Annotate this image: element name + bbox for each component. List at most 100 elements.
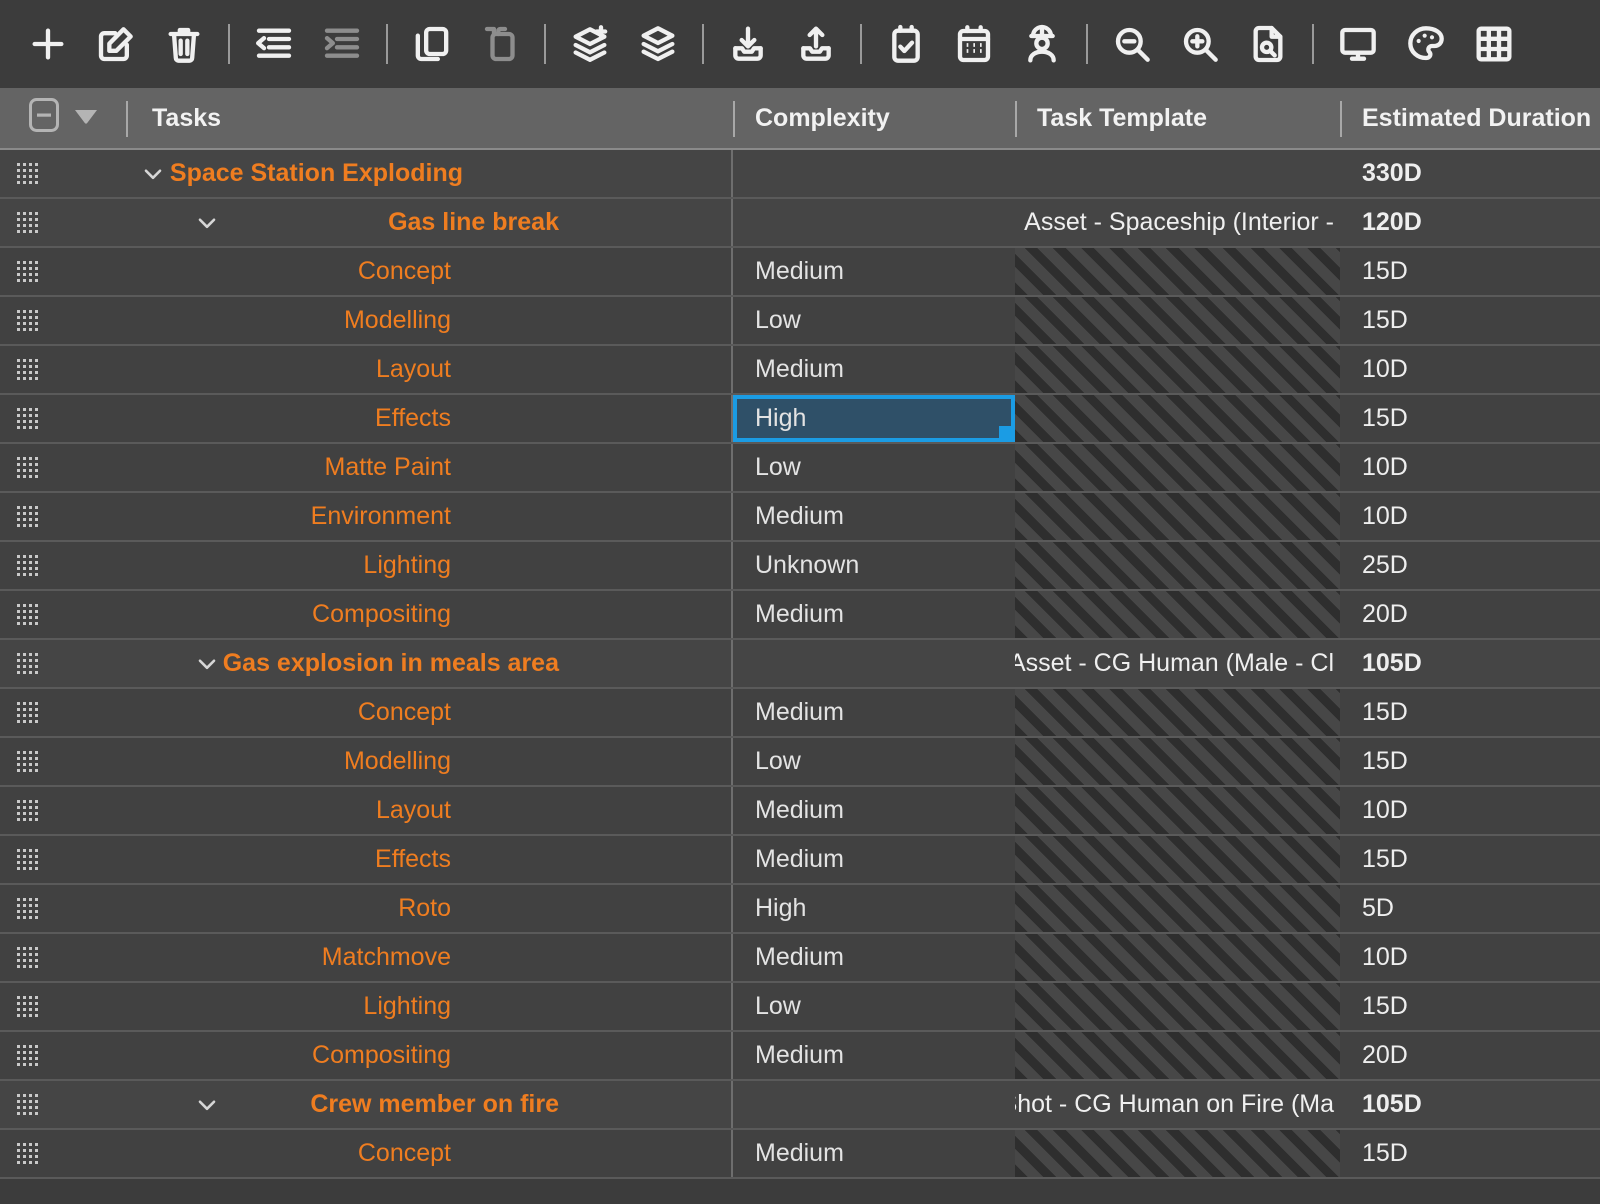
column-header-tasks[interactable]: Tasks	[0, 88, 733, 148]
drag-handle-icon[interactable]	[0, 800, 54, 821]
task-checklist-icon[interactable]	[872, 12, 940, 76]
cell-estimated-duration[interactable]: 330D	[1340, 150, 1600, 197]
task-row[interactable]: Lighting Unknown 25D	[0, 542, 1600, 591]
cell-tasks[interactable]: Concept	[0, 248, 733, 295]
export-icon[interactable]	[782, 12, 850, 76]
cell-complexity[interactable]: Medium	[733, 248, 1015, 295]
cell-estimated-duration[interactable]: 20D	[1340, 1032, 1600, 1079]
cell-tasks[interactable]: Layout	[0, 346, 733, 393]
task-group-row[interactable]: Gas explosion in meals area Asset - CG Hu…	[0, 640, 1600, 689]
display-icon[interactable]	[1324, 12, 1392, 76]
task-row[interactable]: Matchmove Medium 10D	[0, 934, 1600, 983]
cell-tasks[interactable]: Gas explosion in meals area	[0, 640, 733, 687]
cell-estimated-duration[interactable]: 25D	[1340, 542, 1600, 589]
drag-handle-icon[interactable]	[0, 506, 54, 527]
cell-estimated-duration[interactable]: 10D	[1340, 787, 1600, 834]
cell-tasks[interactable]: Compositing	[0, 1032, 733, 1079]
drag-handle-icon[interactable]	[0, 408, 54, 429]
cell-estimated-duration[interactable]: 10D	[1340, 493, 1600, 540]
cell-estimated-duration[interactable]: 20D	[1340, 591, 1600, 638]
zoom-in-icon[interactable]	[1166, 12, 1234, 76]
import-icon[interactable]	[714, 12, 782, 76]
grid-view-icon[interactable]	[1460, 12, 1528, 76]
cell-estimated-duration[interactable]: 5D	[1340, 885, 1600, 932]
cell-complexity[interactable]: Medium	[733, 934, 1015, 981]
drag-handle-icon[interactable]	[0, 555, 54, 576]
cell-estimated-duration[interactable]: 15D	[1340, 395, 1600, 442]
cell-estimated-duration[interactable]: 15D	[1340, 1130, 1600, 1177]
inspect-document-icon[interactable]	[1234, 12, 1302, 76]
expand-collapse-chevron-icon[interactable]	[138, 161, 168, 187]
cell-tasks[interactable]: Lighting	[0, 542, 733, 589]
cell-complexity[interactable]: Low	[733, 444, 1015, 491]
cell-complexity[interactable]: Low	[733, 983, 1015, 1030]
cell-estimated-duration[interactable]: 15D	[1340, 983, 1600, 1030]
cell-complexity[interactable]: High	[733, 885, 1015, 932]
column-header-task-template[interactable]: Task Template	[1015, 88, 1340, 148]
cell-estimated-duration[interactable]: 10D	[1340, 444, 1600, 491]
task-group-row[interactable]: Space Station Exploding 330D	[0, 150, 1600, 199]
layers-icon[interactable]	[624, 12, 692, 76]
drag-handle-icon[interactable]	[0, 212, 54, 233]
cell-complexity[interactable]: Medium	[733, 346, 1015, 393]
cell-estimated-duration[interactable]: 15D	[1340, 297, 1600, 344]
drag-handle-icon[interactable]	[0, 261, 54, 282]
cell-tasks[interactable]: Crew member on fire	[0, 1081, 733, 1128]
cell-tasks[interactable]: Gas line break	[0, 199, 733, 246]
fill-handle[interactable]	[999, 426, 1013, 440]
cell-complexity[interactable]	[733, 1081, 1015, 1128]
cell-complexity[interactable]: Medium	[733, 787, 1015, 834]
task-row[interactable]: Effects Medium 15D	[0, 836, 1600, 885]
paste-icon[interactable]	[466, 12, 534, 76]
cell-complexity[interactable]: Medium	[733, 591, 1015, 638]
cell-tasks[interactable]: Modelling	[0, 297, 733, 344]
expand-collapse-chevron-icon[interactable]	[192, 1092, 222, 1118]
drag-handle-icon[interactable]	[0, 849, 54, 870]
cell-tasks[interactable]: Layout	[0, 787, 733, 834]
cell-tasks[interactable]: Effects	[0, 836, 733, 883]
cell-tasks[interactable]: Lighting	[0, 983, 733, 1030]
expand-collapse-chevron-icon[interactable]	[192, 210, 222, 236]
cell-tasks[interactable]: Space Station Exploding	[0, 150, 733, 197]
add-layer-icon[interactable]	[556, 12, 624, 76]
cell-complexity[interactable]: Medium	[733, 493, 1015, 540]
column-header-estimated-duration[interactable]: Estimated Duration	[1340, 88, 1600, 148]
cell-task-template[interactable]: Asset - Spaceship (Interior -	[1015, 199, 1340, 246]
palette-icon[interactable]	[1392, 12, 1460, 76]
cell-task-template[interactable]: Asset - CG Human (Male - Cl	[1015, 640, 1340, 687]
drag-handle-icon[interactable]	[0, 457, 54, 478]
task-row[interactable]: Matte Paint Low 10D	[0, 444, 1600, 493]
task-row[interactable]: Concept Medium 15D	[0, 1130, 1600, 1179]
cell-tasks[interactable]: Modelling	[0, 738, 733, 785]
cell-complexity[interactable]: Low	[733, 738, 1015, 785]
cell-estimated-duration[interactable]: 105D	[1340, 640, 1600, 687]
drag-handle-icon[interactable]	[0, 996, 54, 1017]
filter-dropdown-icon[interactable]	[72, 104, 100, 133]
task-row[interactable]: Modelling Low 15D	[0, 738, 1600, 787]
drag-handle-icon[interactable]	[0, 947, 54, 968]
delete-icon[interactable]	[150, 12, 218, 76]
cell-estimated-duration[interactable]: 15D	[1340, 836, 1600, 883]
drag-handle-icon[interactable]	[0, 1094, 54, 1115]
task-row[interactable]: Effects High 15D	[0, 395, 1600, 444]
cell-tasks[interactable]: Matchmove	[0, 934, 733, 981]
task-row[interactable]: Environment Medium 10D	[0, 493, 1600, 542]
cell-tasks[interactable]: Effects	[0, 395, 733, 442]
cell-complexity[interactable]	[733, 199, 1015, 246]
cell-complexity[interactable]: Medium	[733, 1032, 1015, 1079]
task-grid[interactable]: Space Station Exploding 330D Gas line brea…	[0, 150, 1600, 1204]
drag-handle-icon[interactable]	[0, 702, 54, 723]
indent-icon[interactable]	[308, 12, 376, 76]
cell-estimated-duration[interactable]: 10D	[1340, 934, 1600, 981]
cell-complexity[interactable]	[733, 640, 1015, 687]
cell-tasks[interactable]: Concept	[0, 1130, 733, 1177]
task-row[interactable]: Roto High 5D	[0, 885, 1600, 934]
cell-estimated-duration[interactable]: 15D	[1340, 689, 1600, 736]
outdent-icon[interactable]	[240, 12, 308, 76]
cell-complexity[interactable]: Low	[733, 297, 1015, 344]
task-group-row[interactable]: Gas line break Asset - Spaceship (Interio…	[0, 199, 1600, 248]
cell-task-template[interactable]: Shot - CG Human on Fire (Ma	[1015, 1081, 1340, 1128]
task-row[interactable]: Concept Medium 15D	[0, 248, 1600, 297]
drag-handle-icon[interactable]	[0, 604, 54, 625]
task-row[interactable]: Modelling Low 15D	[0, 297, 1600, 346]
